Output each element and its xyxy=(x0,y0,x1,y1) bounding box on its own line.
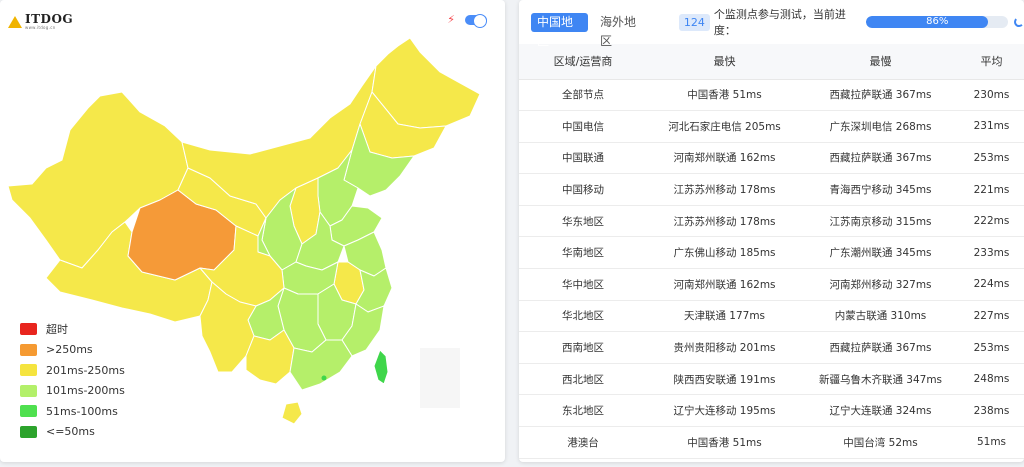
cell-slowest: 西藏拉萨联通 367ms xyxy=(802,142,959,175)
cell-average: 222ms xyxy=(959,205,1024,238)
legend-swatch xyxy=(20,405,37,418)
legend-label: 101ms-200ms xyxy=(46,384,125,398)
cell-slowest: 辽宁大连联通 324ms xyxy=(802,394,959,428)
cell-fastest: 江苏苏州移动 178ms xyxy=(647,205,802,238)
progress-label: 86% xyxy=(926,16,949,27)
legend-swatch xyxy=(20,343,37,356)
table-row: 西北地区 陕西西安联通 191ms 新疆乌鲁木齐联通 347ms 248ms xyxy=(519,363,1024,396)
results-panel: 中国地区 海外地区 124 个监测点参与测试，当前进度： 86% 区域/运营商 … xyxy=(519,0,1024,462)
legend-item: 101ms-200ms xyxy=(20,381,125,402)
cell-region: 华南地区 xyxy=(519,236,647,270)
cell-region: 华中地区 xyxy=(519,268,647,301)
cell-region: 东北地区 xyxy=(519,394,647,428)
cell-region: 华东地区 xyxy=(519,205,647,238)
cell-region: 西南地区 xyxy=(519,331,647,364)
legend-label: 51ms-100ms xyxy=(46,404,118,418)
cell-region: 全部节点 xyxy=(519,79,647,112)
south-sea-inset xyxy=(420,348,460,408)
progress-bar: 86% xyxy=(866,16,1009,28)
cell-average: 253ms xyxy=(959,331,1024,364)
cell-slowest: 西藏拉萨联通 367ms xyxy=(802,79,959,112)
probe-count-badge: 124 xyxy=(678,13,710,31)
cell-slowest: 新疆乌鲁木齐联通 347ms xyxy=(802,363,959,396)
cell-average: 238ms xyxy=(959,394,1024,428)
table-row: 全部节点 中国香港 51ms 西藏拉萨联通 367ms 230ms xyxy=(519,79,1024,112)
legend-swatch xyxy=(20,323,37,336)
cell-average: 224ms xyxy=(959,268,1024,301)
table-row: 东北地区 辽宁大连移动 195ms 辽宁大连联通 324ms 238ms xyxy=(519,394,1024,428)
cell-slowest: 河南郑州移动 327ms xyxy=(802,268,959,301)
region-hainan[interactable] xyxy=(281,401,303,425)
cell-slowest: 青海西宁移动 345ms xyxy=(802,173,959,206)
cell-region: 华北地区 xyxy=(519,300,647,333)
cell-average: 230ms xyxy=(959,79,1024,112)
cell-fastest: 陕西西安联通 191ms xyxy=(647,363,802,396)
cell-slowest: 广东潮州联通 345ms xyxy=(802,236,959,270)
cell-fastest: 河南郑州联通 162ms xyxy=(647,142,802,175)
cell-average: 253ms xyxy=(959,142,1024,175)
tab-china[interactable]: 中国地区 xyxy=(531,12,588,48)
table-row: 中国移动 江苏苏州移动 178ms 青海西宁移动 345ms 221ms xyxy=(519,173,1024,206)
cell-slowest: 西藏拉萨联通 367ms xyxy=(802,331,959,364)
table-row: 西南地区 贵州贵阳移动 201ms 西藏拉萨联通 367ms 253ms xyxy=(519,331,1024,364)
cell-fastest: 天津联通 177ms xyxy=(647,300,802,333)
cell-fastest: 河北石家庄电信 205ms xyxy=(647,110,802,143)
legend-item: 超时 xyxy=(20,319,125,340)
cell-slowest: 江苏南京移动 315ms xyxy=(802,205,959,238)
legend-label: 超时 xyxy=(46,323,68,337)
cell-fastest: 贵州贵阳移动 201ms xyxy=(647,331,802,364)
legend-swatch xyxy=(20,364,37,377)
cell-region: 港澳台 xyxy=(519,426,647,459)
header-average: 平均 xyxy=(959,44,1024,80)
loading-spinner-icon xyxy=(1014,17,1024,27)
cell-slowest: 内蒙古联通 310ms xyxy=(802,300,959,333)
legend-label: >250ms xyxy=(46,343,93,357)
cell-region: 中国联通 xyxy=(519,142,647,175)
legend-label: <=50ms xyxy=(46,425,95,439)
cell-fastest: 中国香港 51ms xyxy=(647,79,802,112)
table-row: 华东地区 江苏苏州移动 178ms 江苏南京移动 315ms 222ms xyxy=(519,205,1024,238)
cell-fastest: 中国香港 51ms xyxy=(647,426,802,459)
table-row: 港澳台 中国香港 51ms 中国台湾 52ms 51ms xyxy=(519,426,1024,459)
cell-fastest: 江苏苏州移动 178ms xyxy=(647,173,802,206)
table-row: 中国电信 河北石家庄电信 205ms 广东深圳电信 268ms 231ms xyxy=(519,110,1024,143)
latency-legend: 超时 >250ms 201ms-250ms 101ms-200ms 51ms-1… xyxy=(20,319,125,442)
region-hongkong[interactable] xyxy=(321,375,327,381)
cell-fastest: 广东佛山移动 185ms xyxy=(647,236,802,270)
region-tabs-bar: 中国地区 海外地区 124 个监测点参与测试，当前进度： 86% xyxy=(519,0,1024,48)
table-header-row: 区域/运营商 最快 最慢 平均 xyxy=(519,44,1024,80)
cell-fastest: 河南郑州联通 162ms xyxy=(647,268,802,301)
cell-slowest: 中国台湾 52ms xyxy=(802,426,959,459)
legend-item: 51ms-100ms xyxy=(20,401,125,422)
region-taiwan[interactable] xyxy=(373,349,389,385)
legend-item: <=50ms xyxy=(20,422,125,443)
legend-label: 201ms-250ms xyxy=(46,363,125,377)
cell-slowest: 广东深圳电信 268ms xyxy=(802,110,959,143)
header-slowest: 最慢 xyxy=(802,44,959,80)
legend-item: 201ms-250ms xyxy=(20,360,125,381)
header-fastest: 最快 xyxy=(647,44,802,80)
cell-average: 248ms xyxy=(959,363,1024,396)
tab-overseas[interactable]: 海外地区 xyxy=(594,13,651,48)
cell-average: 233ms xyxy=(959,236,1024,270)
legend-item: >250ms xyxy=(20,340,125,361)
table-row: 华北地区 天津联通 177ms 内蒙古联通 310ms 227ms xyxy=(519,300,1024,333)
cell-average: 51ms xyxy=(959,426,1024,459)
cell-region: 中国移动 xyxy=(519,173,647,206)
legend-swatch xyxy=(20,425,37,438)
cell-region: 西北地区 xyxy=(519,363,647,396)
cell-average: 221ms xyxy=(959,173,1024,206)
cell-fastest: 辽宁大连移动 195ms xyxy=(647,394,802,428)
table-row: 华中地区 河南郑州联通 162ms 河南郑州移动 327ms 224ms xyxy=(519,268,1024,301)
table-row: 中国联通 河南郑州联通 162ms 西藏拉萨联通 367ms 253ms xyxy=(519,142,1024,175)
legend-swatch xyxy=(20,384,37,397)
results-table: 区域/运营商 最快 最慢 平均 全部节点 中国香港 51ms 西藏拉萨联通 36… xyxy=(519,44,1024,459)
cell-average: 227ms xyxy=(959,300,1024,333)
cell-region: 中国电信 xyxy=(519,110,647,143)
cell-average: 231ms xyxy=(959,110,1024,143)
table-row: 华南地区 广东佛山移动 185ms 广东潮州联通 345ms 233ms xyxy=(519,236,1024,270)
probe-status-text: 个监测点参与测试，当前进度： xyxy=(713,8,846,37)
map-panel: ITDOG www.itdog.cn ⚡ 超时 >250ms 201ms-250… xyxy=(0,0,505,462)
